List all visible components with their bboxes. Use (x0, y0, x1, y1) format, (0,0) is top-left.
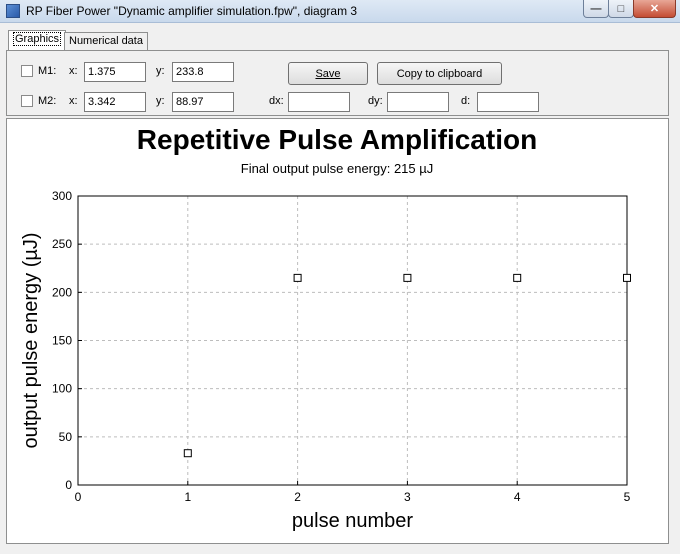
dx-label: dx: (269, 95, 284, 107)
m2-y-label: y: (156, 95, 165, 107)
m2-label: M2: (38, 95, 57, 107)
y-tick-label: 150 (52, 334, 72, 348)
m1-x-field[interactable] (84, 62, 146, 82)
chart-title: Repetitive Pulse Amplification (137, 124, 537, 155)
d-label: d: (461, 95, 471, 107)
y-tick-label: 50 (59, 430, 73, 444)
m1-y-label: y: (156, 65, 165, 77)
tab-graphics-label: Graphics (13, 32, 62, 46)
tab-numerical-data-label: Numerical data (69, 35, 143, 47)
copy-to-clipboard-label: Copy to clipboard (396, 67, 483, 80)
close-icon: ✕ (649, 3, 660, 15)
m1-x-label: x: (69, 65, 78, 77)
x-tick-label: 5 (624, 490, 631, 504)
minimize-icon: — (590, 2, 602, 15)
m2-y-field[interactable] (172, 92, 234, 112)
chart-subtitle: Final output pulse energy: 215 µJ (241, 161, 434, 176)
y-tick-label: 0 (65, 478, 72, 492)
y-tick-label: 300 (52, 189, 72, 203)
data-point (403, 273, 412, 282)
dy-label: dy: (368, 95, 383, 107)
plot-border (77, 195, 628, 486)
y-tick-label: 200 (52, 285, 72, 299)
m2-x-label: x: (69, 95, 78, 107)
minimize-button[interactable]: — (583, 0, 609, 18)
dy-field[interactable] (387, 92, 449, 112)
window-titlebar[interactable]: RP Fiber Power "Dynamic amplifier simula… (0, 0, 680, 23)
m2-x-field[interactable] (84, 92, 146, 112)
data-point (513, 273, 522, 282)
y-tick-label: 100 (52, 382, 72, 396)
copy-to-clipboard-button[interactable]: Copy to clipboard (377, 62, 502, 85)
m2-checkbox[interactable] (21, 95, 33, 107)
marker-panel: M1: x: y: M2: x: y: Save Copy to clipboa… (6, 50, 669, 116)
data-point (623, 273, 631, 282)
m1-label: M1: (38, 65, 57, 77)
app-icon (6, 4, 20, 18)
maximize-icon: □ (617, 2, 625, 15)
tab-numerical-data[interactable]: Numerical data (64, 32, 148, 50)
save-button-label: Save (315, 67, 341, 80)
dx-field[interactable] (288, 92, 350, 112)
maximize-button[interactable]: □ (608, 0, 634, 18)
grid (78, 196, 627, 485)
data-point (183, 449, 192, 458)
window-title: RP Fiber Power "Dynamic amplifier simula… (26, 4, 358, 18)
x-tick-label: 0 (75, 490, 82, 504)
x-tick-label: 1 (184, 490, 191, 504)
x-axis-label: pulse number (292, 510, 414, 532)
x-tick-label: 4 (514, 490, 521, 504)
d-field[interactable] (477, 92, 539, 112)
m1-checkbox[interactable] (21, 65, 33, 77)
chart-svg: Repetitive Pulse Amplification Final out… (20, 124, 631, 532)
save-button[interactable]: Save (288, 62, 368, 85)
x-tick-label: 2 (294, 490, 301, 504)
tab-graphics[interactable]: Graphics (8, 30, 67, 50)
ticks: 0 1 2 3 4 5050100150200250300 (52, 189, 631, 504)
y-tick-label: 250 (52, 237, 72, 251)
chart-area[interactable]: Repetitive Pulse Amplification Final out… (6, 118, 669, 544)
close-button[interactable]: ✕ (633, 0, 676, 18)
x-tick-label: 3 (404, 490, 411, 504)
m1-y-field[interactable] (172, 62, 234, 82)
data-point (293, 273, 302, 282)
y-axis-label: output pulse energy (µJ) (20, 232, 42, 448)
